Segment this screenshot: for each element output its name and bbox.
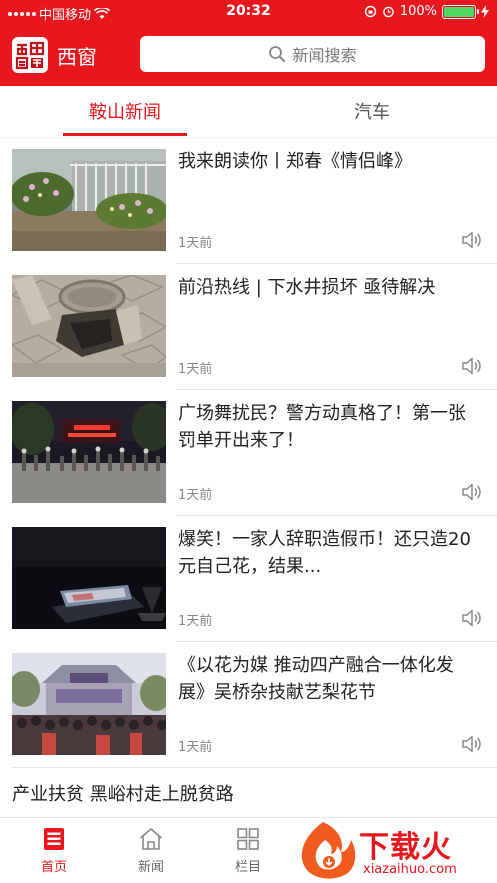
nav-column-label: 栏目 (234, 860, 261, 875)
app-name: 西窗 (57, 45, 97, 69)
news-title: 我来朗读你丨郑春《情侣峰》 (178, 151, 412, 172)
news-item[interactable]: 爆笑！一家人辞职造假币！还只造20元自己花，结果... 1天前 (0, 516, 497, 642)
home-document-icon (44, 828, 64, 850)
speaker-icon[interactable] (460, 228, 484, 252)
alarm-icon (383, 6, 394, 18)
news-time: 1天前 (178, 362, 213, 377)
news-thumbnail (12, 653, 166, 755)
tab-anshan-news[interactable]: 鞍山新闻 (63, 98, 187, 124)
speaker-icon[interactable] (460, 732, 484, 756)
grid-icon (237, 828, 259, 850)
search-placeholder: 新闻搜索 (292, 46, 357, 65)
news-time: 1天前 (178, 740, 213, 755)
orientation-lock-icon (364, 5, 377, 18)
news-title: 爆笑！一家人辞职造假币！还只造20元自己花，结果... (178, 529, 471, 577)
divider (12, 767, 497, 768)
app-logo (12, 37, 48, 73)
news-title-text-only[interactable]: 产业扶贫 黑峪村走上脱贫路 (12, 780, 234, 806)
house-icon (139, 828, 163, 850)
active-tab-indicator (63, 133, 187, 136)
news-thumbnail (12, 401, 166, 503)
battery-percent: 100% (399, 4, 437, 19)
news-thumbnail (12, 149, 166, 251)
speaker-icon[interactable] (460, 480, 484, 504)
news-time: 1天前 (178, 614, 213, 629)
status-right: 100% (364, 4, 489, 19)
nav-home-label: 首页 (40, 860, 67, 875)
news-item[interactable]: 我来朗读你丨郑春《情侣峰》 1天前 (0, 138, 497, 264)
nav-news-label: 新闻 (137, 860, 164, 875)
news-item[interactable]: 《以花为媒 推动四产融合一体化发展》吴桥杂技献艺梨花节 1天前 (0, 642, 497, 768)
battery-icon (442, 4, 479, 19)
tab-auto[interactable]: 汽车 (310, 98, 434, 124)
news-title: 《以花为媒 推动四产融合一体化发展》吴桥杂技献艺梨花节 (178, 655, 454, 703)
status-bar: 中国移动 20:32 100% (0, 0, 497, 26)
watermark-text: 下载火 (359, 830, 452, 865)
speaker-icon[interactable] (460, 606, 484, 630)
news-item[interactable]: 广场舞扰民？警方动真格了！第一张罚单开出来了！ 1天前 (0, 390, 497, 516)
news-thumbnail (12, 275, 166, 377)
charging-icon (481, 5, 489, 18)
news-time: 1天前 (178, 236, 213, 251)
watermark-url: xiazaihuo.com (363, 862, 457, 877)
nav-news[interactable]: 新闻 (121, 826, 181, 875)
search-input[interactable]: 新闻搜索 (140, 36, 485, 72)
news-title: 前沿热线 | 下水井损坏 亟待解决 (178, 277, 436, 298)
watermark: 下载火 xiazaihuo.com (293, 818, 497, 883)
app-header: 西窗 新闻搜索 (0, 26, 497, 86)
news-thumbnail (12, 527, 166, 629)
nav-home[interactable]: 首页 (24, 826, 84, 875)
news-time: 1天前 (178, 488, 213, 503)
category-tabs: 鞍山新闻 汽车 (0, 86, 497, 138)
news-title: 广场舞扰民？警方动真格了！第一张罚单开出来了！ (178, 403, 466, 451)
nav-column[interactable]: 栏目 (218, 826, 278, 875)
speaker-icon[interactable] (460, 354, 484, 378)
flame-logo-icon (301, 822, 356, 879)
search-icon (269, 46, 286, 62)
news-item[interactable]: 前沿热线 | 下水井损坏 亟待解决 1天前 (0, 264, 497, 390)
